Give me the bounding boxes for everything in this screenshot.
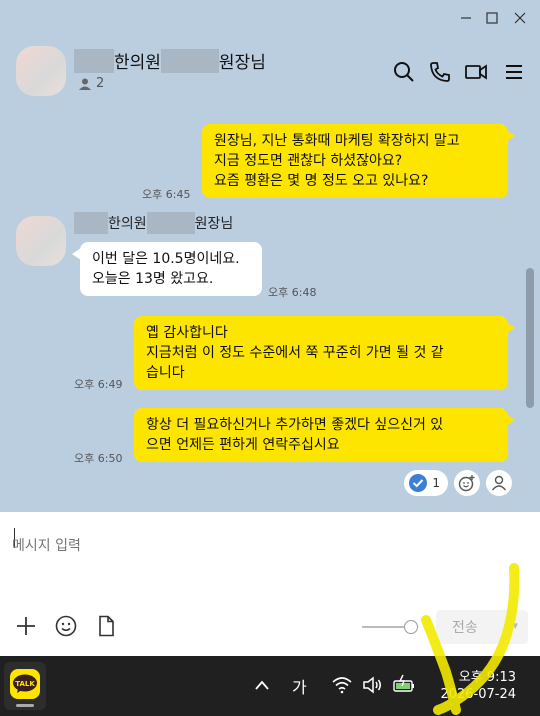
chevron-down-icon[interactable]: ▾ (512, 619, 518, 632)
message-line: 이번 달은 10.5명이네요. (92, 251, 240, 267)
bubble-tail (506, 414, 515, 426)
menu-icon[interactable] (502, 60, 526, 84)
message-time: 오후 6:45 (142, 188, 191, 201)
message-line: 지금처럼 이 정도 수준에서 쭉 꾸준히 가면 될 것 같 (146, 345, 444, 361)
member-count-value: 2 (96, 76, 105, 91)
emoticon-icon[interactable] (54, 614, 78, 638)
sender-name-middle: 한의원 (108, 216, 147, 232)
message-line: 습니다 (146, 365, 185, 381)
volume-icon[interactable] (362, 676, 382, 694)
wifi-icon[interactable] (332, 676, 352, 694)
send-button-label: 전송 (452, 620, 478, 636)
title-bar (0, 0, 540, 36)
send-button[interactable]: 전송 ▾ (436, 610, 528, 644)
room-name-suffix: 원장님 (218, 53, 266, 73)
kakaotalk-logo-text: TALK (15, 680, 35, 688)
bubble-tail (506, 322, 515, 334)
ime-indicator[interactable]: 가 (292, 674, 307, 698)
active-app-indicator (16, 704, 34, 707)
message-input[interactable] (12, 526, 512, 566)
message-line: 오늘은 13명 왔고요. (92, 271, 214, 287)
chat-scrollbar[interactable] (526, 268, 534, 408)
chat-header: 한의원 원장님 2 (0, 36, 540, 106)
my-message-bubble[interactable]: 원장님, 지난 통화때 마케팅 확장하지 말고 지금 정도면 괜찮다 하셨잖아요… (202, 124, 508, 198)
check-icon (409, 474, 428, 492)
message-line: 요즘 평환은 몇 명 정도 오고 있나요? (214, 173, 429, 189)
clock-date[interactable]: 2026-07-24 (440, 687, 516, 702)
close-icon[interactable] (510, 8, 530, 28)
reaction-bar: 1 (404, 470, 512, 496)
my-message-bubble[interactable]: 옙 감사합니다 지금처럼 이 정도 수준에서 쭉 꾸준히 가면 될 것 같 습니… (134, 316, 508, 390)
their-message-bubble[interactable]: 이번 달은 10.5명이네요. 오늘은 13명 왔고요. (80, 242, 262, 296)
message-line: 항상 더 필요하신거나 추가하면 좋겠다 싶으신거 있 (146, 417, 444, 433)
windows-taskbar: TALK 가 오후 9:13 2026-07-24 (0, 656, 540, 716)
search-icon[interactable] (392, 60, 416, 84)
text-size-slider[interactable] (362, 626, 408, 628)
redacted-block (160, 48, 219, 73)
bubble-tail (506, 130, 515, 142)
plus-icon[interactable] (14, 614, 38, 638)
sender-name-suffix: 원장님 (194, 216, 234, 232)
my-message-bubble[interactable]: 항상 더 필요하신거나 추가하면 좋겠다 싶으신거 있 으면 언제든 편하게 연… (134, 408, 508, 462)
battery-charging-icon[interactable] (392, 674, 416, 694)
room-name-middle: 한의원 (114, 53, 161, 73)
message-composer: 전송 ▾ (0, 512, 540, 656)
check-reaction-count: 1 (432, 476, 440, 490)
message-line: 으면 언제든 편하게 연락주십시요 (146, 437, 340, 453)
chevron-up-icon[interactable] (254, 678, 270, 692)
check-reaction-button[interactable]: 1 (404, 470, 448, 496)
member-count[interactable]: 2 (78, 76, 104, 91)
clock-time[interactable]: 오후 9:13 (459, 666, 516, 685)
message-time: 오후 6:49 (74, 378, 123, 391)
message-time: 오후 6:50 (74, 452, 123, 465)
emoji-add-icon (458, 475, 475, 492)
kakaotalk-logo-icon: TALK (10, 669, 40, 699)
person-icon (79, 78, 91, 90)
sender-name: 한의원 원장님 (74, 212, 233, 234)
minimize-icon[interactable] (456, 8, 476, 28)
kakaotalk-taskbar-button[interactable]: TALK (4, 662, 46, 710)
message-line: 옙 감사합니다 (146, 325, 228, 341)
slider-handle[interactable] (404, 620, 418, 634)
message-line: 원장님, 지난 통화때 마케팅 확장하지 말고 (214, 133, 460, 149)
redacted-block (74, 48, 114, 73)
file-icon[interactable] (94, 614, 118, 638)
video-call-icon[interactable] (464, 60, 488, 84)
profile-reaction-button[interactable] (486, 470, 512, 496)
room-avatar[interactable] (16, 46, 66, 96)
add-emoji-button[interactable] (454, 470, 480, 496)
chat-window: 한의원 원장님 2 원장님, 지난 통화때 마케팅 확장하지 말고 지금 정도면… (0, 0, 540, 656)
message-list[interactable]: 원장님, 지난 통화때 마케팅 확장하지 말고 지금 정도면 괜찮다 하셨잖아요… (0, 106, 540, 512)
message-line: 지금 정도면 괜찮다 하셨잖아요? (214, 153, 403, 169)
sender-avatar[interactable] (16, 216, 66, 266)
person-icon (491, 475, 507, 491)
room-title: 한의원 원장님 (74, 48, 266, 73)
message-time: 오후 6:48 (268, 286, 317, 299)
redacted-block (74, 212, 108, 234)
phone-icon[interactable] (428, 60, 452, 84)
maximize-icon[interactable] (482, 8, 502, 28)
redacted-block (146, 212, 195, 234)
